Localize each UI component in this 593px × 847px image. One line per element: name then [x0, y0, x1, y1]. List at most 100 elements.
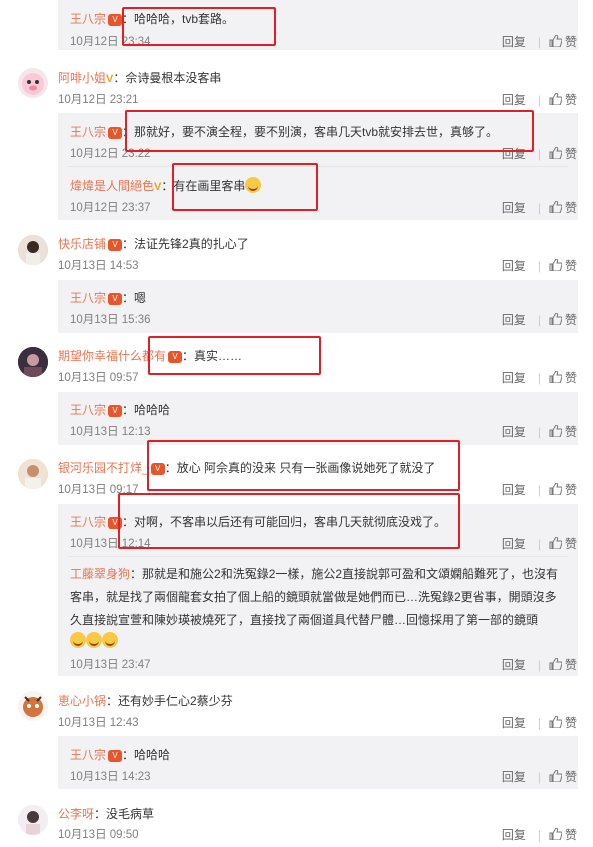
level-badge-icon: V — [108, 238, 123, 251]
commenter-name[interactable]: 王八宗 — [70, 748, 106, 762]
crying-laughing-emoji-icon — [102, 632, 118, 648]
thumbs-up-icon — [549, 201, 562, 213]
like-button[interactable]: 赞 — [549, 768, 577, 785]
commenter-name[interactable]: 王八宗 — [70, 515, 106, 529]
comment-actions: 回复 | 赞 — [501, 481, 577, 498]
reply-button[interactable]: 回复 — [502, 656, 526, 673]
commenter-name[interactable]: 王八宗 — [70, 291, 106, 305]
like-button[interactable]: 赞 — [549, 257, 577, 274]
commenter-name[interactable]: 恵心小锅 — [58, 694, 106, 708]
thumbs-up-icon — [549, 313, 562, 325]
reply-button[interactable]: 回复 — [502, 481, 526, 498]
reply-button[interactable]: 回复 — [502, 33, 526, 50]
reply-button[interactable]: 回复 — [502, 369, 526, 386]
comment-time: 10月13日 09:57 — [58, 372, 139, 384]
reply-button[interactable]: 回复 — [502, 826, 526, 843]
comment-line: 阿啡小姐V：佘诗曼根本没客串 — [58, 71, 222, 85]
divider — [68, 166, 568, 167]
comment-text: 嗯 — [134, 291, 147, 305]
reply-button[interactable]: 回复 — [502, 91, 526, 108]
highlight-box — [172, 163, 318, 211]
comment-actions: 回复 | 赞 — [501, 91, 577, 108]
reply-button[interactable]: 回复 — [502, 768, 526, 785]
comment-time: 10月13日 09:50 — [58, 829, 139, 841]
like-button[interactable]: 赞 — [549, 714, 577, 731]
comment-text-line: 客串，就是找了兩個龍套女拍了個上船的鏡頭就當做是她們而已…洗冤錄2更省事，開頭沒… — [70, 590, 557, 604]
level-badge-icon: V — [108, 126, 123, 139]
thumbs-up-icon — [549, 93, 562, 105]
avatar[interactable] — [18, 235, 48, 265]
comment-time: 10月12日 23:37 — [70, 202, 151, 214]
highlight-box — [147, 440, 460, 491]
avatar[interactable] — [18, 347, 48, 377]
thumbs-up-icon — [549, 371, 562, 383]
comment-text: 还有妙手仁心2蔡少芬 — [118, 694, 233, 708]
like-button[interactable]: 赞 — [549, 145, 577, 162]
reply-button[interactable]: 回复 — [502, 423, 526, 440]
commenter-name[interactable]: 煒煒是人間絕色 — [70, 179, 154, 193]
comment-time: 10月13日 14:53 — [58, 260, 139, 272]
comment-line: 王八宗 V ：嗯 — [70, 291, 147, 305]
reply-button[interactable]: 回复 — [502, 714, 526, 731]
divider — [68, 556, 568, 557]
comment-actions: 回复 | 赞 — [501, 768, 577, 785]
commenter-name[interactable]: 工藤翠身狗 — [70, 567, 130, 581]
thumbs-up-icon — [549, 425, 562, 437]
like-button[interactable]: 赞 — [549, 33, 577, 50]
highlight-box — [125, 110, 534, 152]
like-button[interactable]: 赞 — [549, 91, 577, 108]
comment-line: 王八宗 V ：哈哈哈 — [70, 748, 171, 762]
thumbs-up-icon — [549, 537, 562, 549]
comment-text: 哈哈哈 — [134, 748, 171, 762]
like-button[interactable]: 赞 — [549, 656, 577, 673]
like-button[interactable]: 赞 — [549, 481, 577, 498]
comment-text: 没毛病草 — [106, 807, 155, 821]
comment-time: 10月13日 12:13 — [70, 426, 151, 438]
commenter-name[interactable]: 公李呀 — [58, 807, 94, 821]
thumbs-up-icon — [549, 147, 562, 159]
commenter-name[interactable]: 银河乐园不打烊_ — [58, 461, 149, 475]
avatar[interactable] — [18, 691, 48, 721]
commenter-name[interactable]: 王八宗 — [70, 125, 106, 139]
crying-laughing-emoji-icon — [86, 632, 102, 648]
reply-button[interactable]: 回复 — [502, 257, 526, 274]
avatar[interactable] — [18, 459, 48, 489]
reply-button[interactable]: 回复 — [502, 199, 526, 216]
level-badge-icon: V — [108, 749, 123, 762]
comment-time: 10月13日 23:47 — [70, 659, 151, 671]
comment-actions: 回复 | 赞 — [501, 656, 577, 673]
commenter-name[interactable]: 快乐店铺 — [58, 237, 106, 251]
like-button[interactable]: 赞 — [549, 369, 577, 386]
thumbs-up-icon — [549, 658, 562, 670]
thumbs-up-icon — [549, 716, 562, 728]
like-button[interactable]: 赞 — [549, 199, 577, 216]
highlight-box — [118, 493, 460, 549]
comment-time: 10月12日 23:21 — [58, 94, 139, 106]
comment-text: 法证先锋2真的扎心了 — [134, 237, 249, 251]
like-button[interactable]: 赞 — [549, 311, 577, 328]
comment-actions: 回复 | 赞 — [501, 423, 577, 440]
commenter-name[interactable]: 王八宗 — [70, 403, 106, 417]
thumbs-up-icon — [549, 259, 562, 271]
avatar[interactable] — [18, 805, 48, 835]
level-badge-icon: V — [108, 13, 123, 26]
commenter-name[interactable]: 阿啡小姐 — [58, 71, 106, 85]
thumbs-up-icon — [549, 770, 562, 782]
emoji-row — [70, 632, 118, 648]
crying-laughing-emoji-icon — [70, 632, 86, 648]
comment-line: 恵心小锅：还有妙手仁心2蔡少芬 — [58, 694, 233, 708]
like-button[interactable]: 赞 — [549, 423, 577, 440]
like-button[interactable]: 赞 — [549, 826, 577, 843]
comment-line: 工藤翠身狗：那就是和施公2和洗冤錄2一樣，施公2直接說郭可盈和文頌嫻船難死了，也… — [70, 567, 559, 581]
like-button[interactable]: 赞 — [549, 535, 577, 552]
reply-button[interactable]: 回复 — [502, 535, 526, 552]
comment-time: 10月13日 12:43 — [58, 717, 139, 729]
comment-actions: 回复 | 赞 — [501, 199, 577, 216]
highlight-box — [148, 336, 321, 375]
commenter-name[interactable]: 王八宗 — [70, 12, 106, 26]
thumbs-up-icon — [549, 828, 562, 840]
comment-actions: 回复 | 赞 — [501, 535, 577, 552]
reply-button[interactable]: 回复 — [502, 311, 526, 328]
avatar[interactable] — [18, 68, 48, 98]
comment-time: 10月13日 15:36 — [70, 314, 151, 326]
